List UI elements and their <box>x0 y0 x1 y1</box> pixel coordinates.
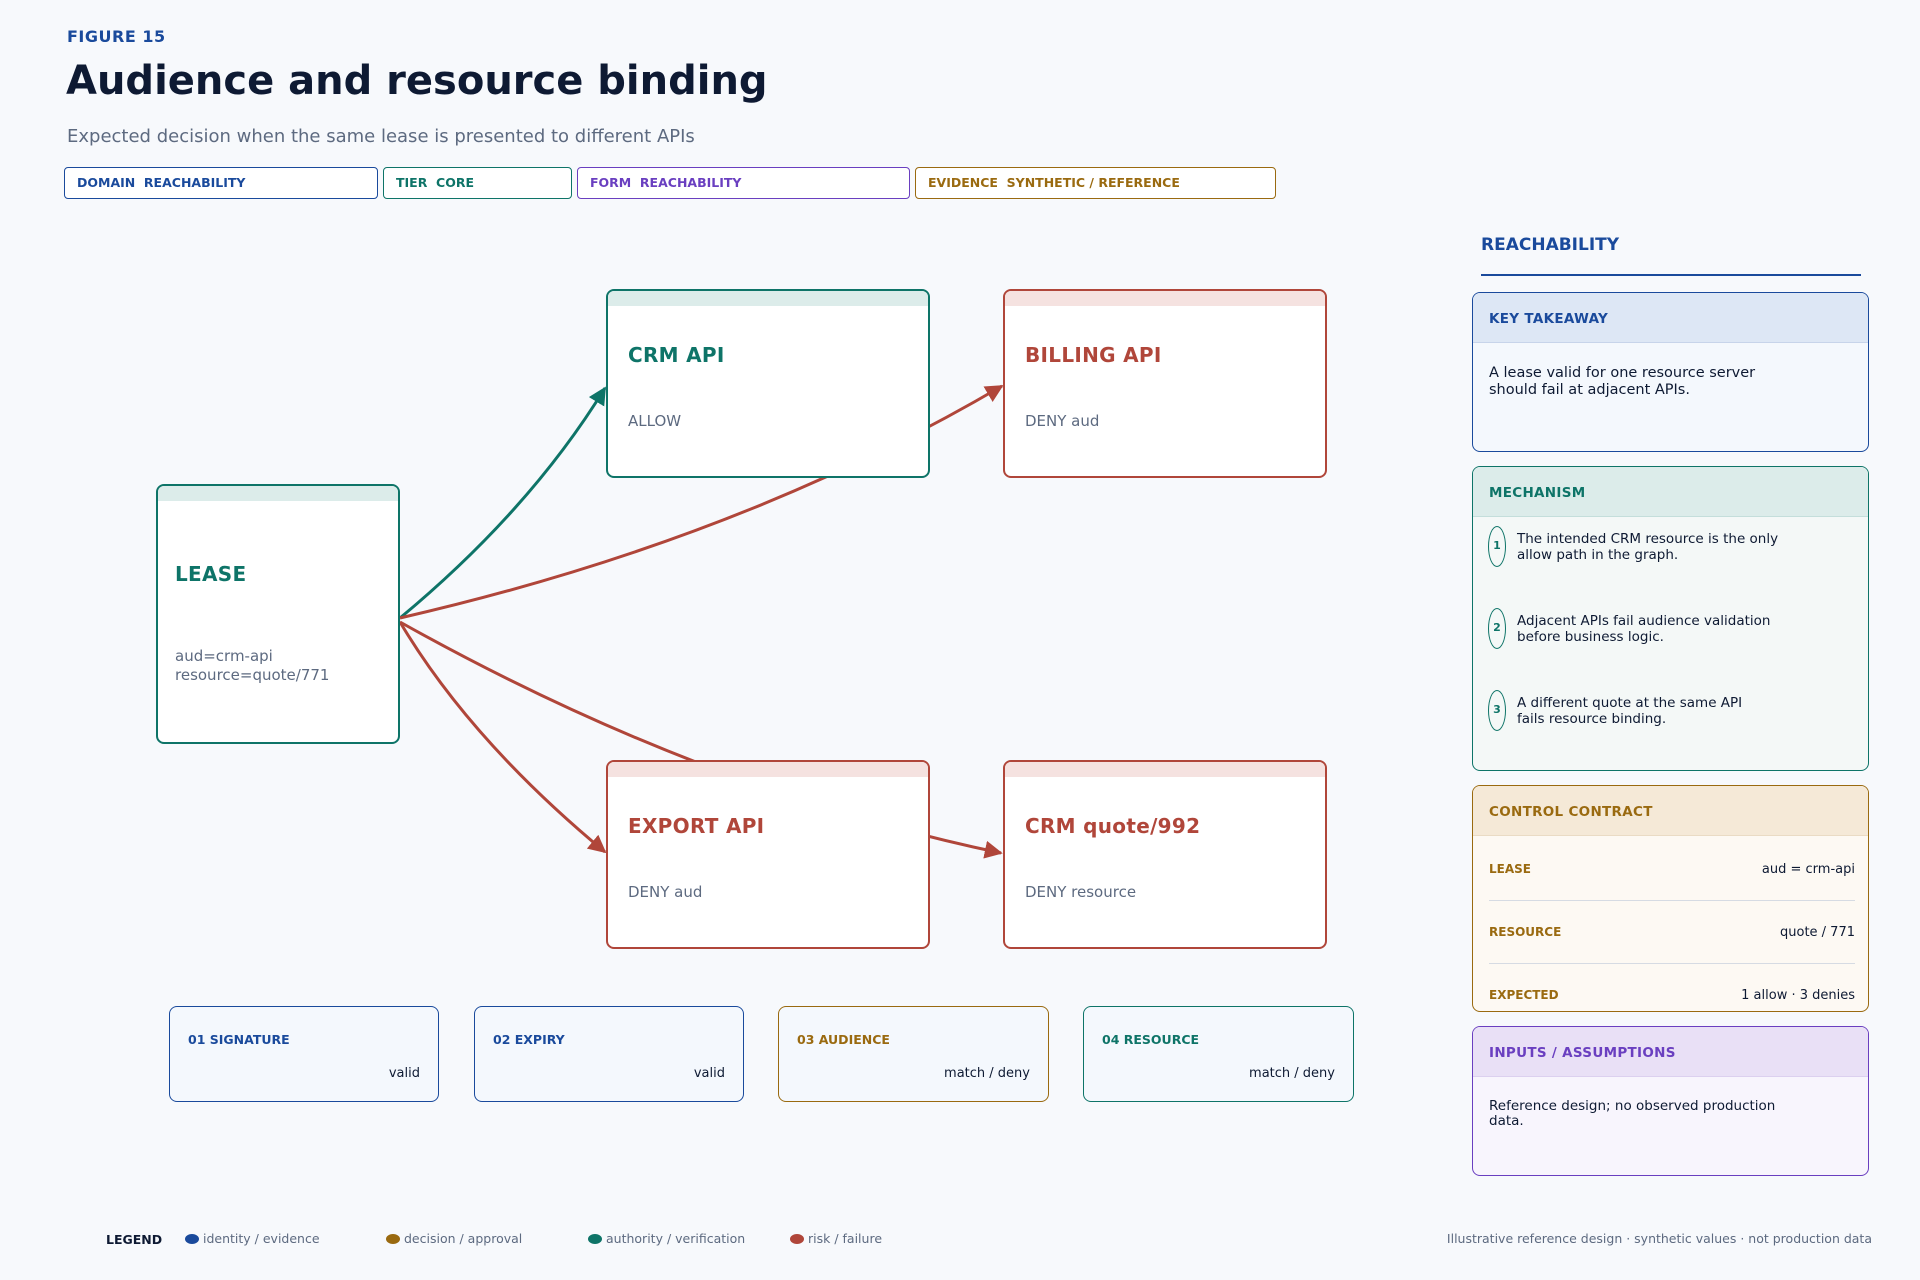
step-expiry: 02 EXPIRY valid <box>474 1006 744 1102</box>
node-title: CRM quote/992 <box>1025 814 1201 838</box>
legend-title: LEGEND <box>106 1232 163 1247</box>
legend-item-decision: decision / approval <box>386 1231 522 1246</box>
contract-row: EXPECTED 1 allow · 3 denies <box>1489 988 1855 1008</box>
step-number-badge: 2 <box>1488 608 1506 649</box>
card-title: KEY TAKEAWAY <box>1489 311 1609 327</box>
node-band <box>158 486 398 501</box>
node-export-api: EXPORT API DENY aud <box>606 760 930 949</box>
contract-key: EXPECTED <box>1489 988 1559 1002</box>
node-title: BILLING API <box>1025 343 1162 367</box>
card-header: KEY TAKEAWAY <box>1473 293 1868 343</box>
node-subtitle: DENY resource <box>1025 883 1137 901</box>
card-title: INPUTS / ASSUMPTIONS <box>1489 1045 1676 1061</box>
mechanism-text: A different quote at the same API fails … <box>1517 695 1743 727</box>
takeaway-line: A lease valid for one resource server <box>1489 365 1756 381</box>
card-key-takeaway: KEY TAKEAWAY A lease valid for one resou… <box>1472 292 1869 452</box>
step-audience: 03 AUDIENCE match / deny <box>778 1006 1049 1102</box>
mechanism-item: 1 The intended CRM resource is the only … <box>1488 526 1808 568</box>
card-mechanism: MECHANISM 1 The intended CRM resource is… <box>1472 466 1869 771</box>
card-title: MECHANISM <box>1489 485 1586 501</box>
card-inputs-assumptions: INPUTS / ASSUMPTIONS Reference design; n… <box>1472 1026 1869 1176</box>
step-number-badge: 3 <box>1488 690 1506 731</box>
contract-value: quote / 771 <box>1780 925 1855 940</box>
node-title: CRM API <box>628 343 725 367</box>
step-value: valid <box>693 1066 725 1081</box>
node-crm-quote: CRM quote/992 DENY resource <box>1003 760 1327 949</box>
contract-key: LEASE <box>1489 862 1531 876</box>
node-band <box>1005 291 1325 306</box>
card-control-contract: CONTROL CONTRACT LEASE aud = crm-api RES… <box>1472 785 1869 1012</box>
panel-rule <box>1481 274 1861 276</box>
node-band <box>1005 762 1325 777</box>
divider <box>1489 900 1855 901</box>
assumption-line: data. <box>1489 1113 1524 1129</box>
node-subtitle: DENY aud <box>628 883 703 901</box>
step-value: match / deny <box>1249 1066 1335 1081</box>
contract-value: 1 allow · 3 denies <box>1741 988 1855 1003</box>
node-subtitle: DENY aud <box>1025 412 1100 430</box>
step-label: 01 SIGNATURE <box>188 1032 290 1047</box>
card-header: CONTROL CONTRACT <box>1473 786 1868 836</box>
node-subtitle: ALLOW <box>628 412 682 430</box>
step-label: 02 EXPIRY <box>493 1032 565 1047</box>
step-number-badge: 1 <box>1488 526 1506 567</box>
step-resource: 04 RESOURCE match / deny <box>1083 1006 1354 1102</box>
divider <box>1489 963 1855 964</box>
legend-item-risk: risk / failure <box>790 1231 882 1246</box>
node-band <box>608 762 928 777</box>
card-body: Reference design; no observed production… <box>1489 1099 1775 1129</box>
legend-item-identity: identity / evidence <box>185 1231 320 1246</box>
panel-heading: REACHABILITY <box>1481 235 1620 255</box>
mechanism-text: Adjacent APIs fail audience validation b… <box>1517 613 1771 645</box>
mechanism-text: The intended CRM resource is the only al… <box>1517 531 1779 563</box>
node-subtitle: aud=crm-api resource=quote/771 <box>175 647 330 684</box>
contract-key: RESOURCE <box>1489 925 1562 939</box>
contract-value: aud = crm-api <box>1761 862 1855 877</box>
card-title: CONTROL CONTRACT <box>1489 804 1653 820</box>
legend-dot <box>790 1234 804 1244</box>
card-header: INPUTS / ASSUMPTIONS <box>1473 1027 1868 1077</box>
legend-dot <box>386 1234 400 1244</box>
legend-item-authority: authority / verification <box>588 1231 745 1246</box>
legend-dot <box>588 1234 602 1244</box>
footer-note: Illustrative reference design · syntheti… <box>1446 1231 1872 1246</box>
edge-lease-crm-api <box>399 386 607 620</box>
step-value: match / deny <box>944 1066 1030 1081</box>
node-billing-api: BILLING API DENY aud <box>1003 289 1327 478</box>
node-crm-api: CRM API ALLOW <box>606 289 930 478</box>
step-signature: 01 SIGNATURE valid <box>169 1006 439 1102</box>
node-lease: LEASE aud=crm-api resource=quote/771 <box>156 484 400 744</box>
contract-row: RESOURCE quote / 771 <box>1489 925 1855 945</box>
card-body: A lease valid for one resource server sh… <box>1489 365 1755 399</box>
node-band <box>608 291 928 306</box>
step-label: 03 AUDIENCE <box>797 1032 890 1047</box>
node-title: LEASE <box>175 562 247 586</box>
legend-dot <box>185 1234 199 1244</box>
node-title: EXPORT API <box>628 814 765 838</box>
mechanism-item: 3 A different quote at the same API fail… <box>1488 690 1808 732</box>
card-header: MECHANISM <box>1473 467 1868 517</box>
mechanism-item: 2 Adjacent APIs fail audience validation… <box>1488 608 1808 650</box>
step-label: 04 RESOURCE <box>1102 1032 1200 1047</box>
contract-row: LEASE aud = crm-api <box>1489 862 1855 882</box>
edge-lease-export-api <box>398 621 607 854</box>
takeaway-line: should fail at adjacent APIs. <box>1489 382 1690 398</box>
step-value: valid <box>388 1066 420 1081</box>
assumption-line: Reference design; no observed production <box>1489 1098 1776 1114</box>
